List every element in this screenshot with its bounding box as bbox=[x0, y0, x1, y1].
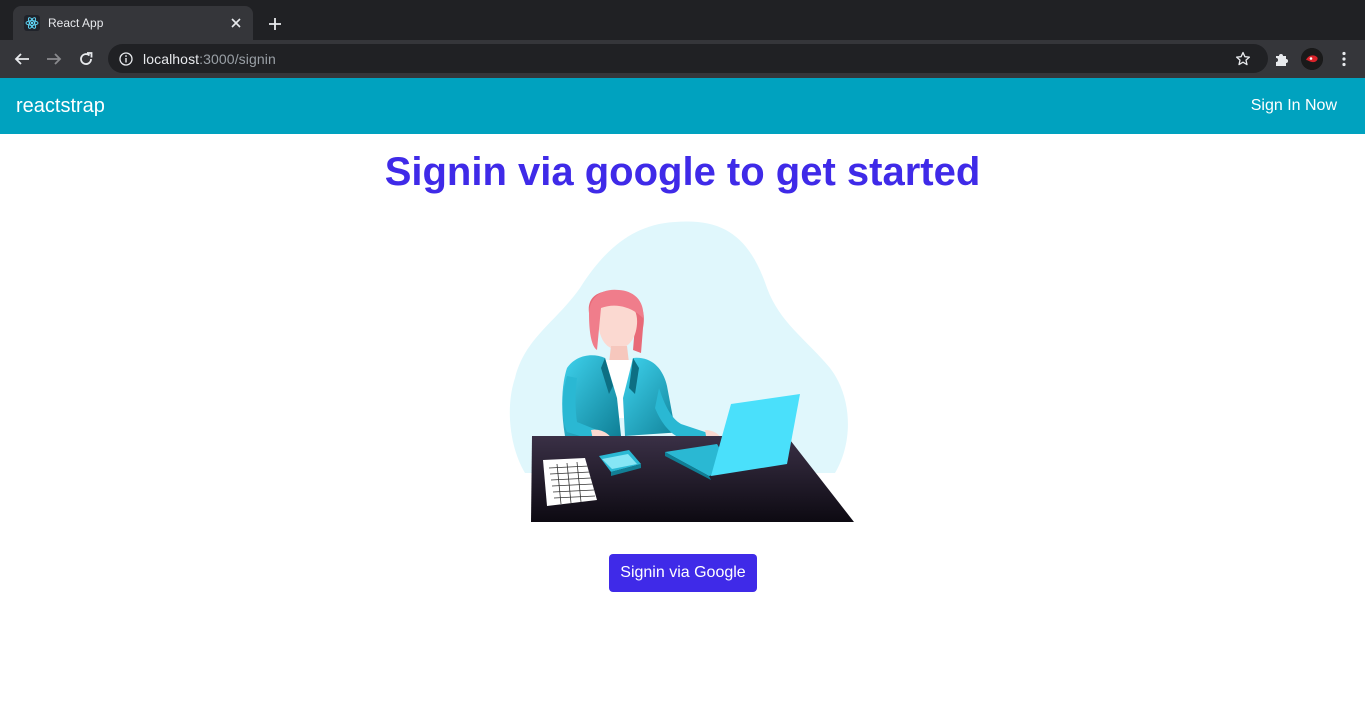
info-icon[interactable] bbox=[118, 51, 134, 67]
back-arrow-icon[interactable] bbox=[8, 45, 36, 73]
page-title: Signin via google to get started bbox=[384, 150, 981, 194]
close-icon[interactable] bbox=[225, 12, 247, 34]
browser-tab[interactable]: React App bbox=[13, 6, 253, 40]
tab-title: React App bbox=[48, 16, 104, 30]
puzzle-icon[interactable] bbox=[1267, 45, 1295, 73]
woman-at-laptop-illustration bbox=[509, 221, 854, 522]
sign-in-now-link[interactable]: Sign In Now bbox=[1251, 97, 1337, 115]
star-icon[interactable] bbox=[1234, 50, 1252, 68]
url-host: localhost bbox=[143, 50, 200, 67]
forward-arrow-icon[interactable] bbox=[40, 45, 68, 73]
app-navbar: reactstrap Sign In Now bbox=[0, 78, 1365, 134]
plus-icon[interactable] bbox=[262, 11, 288, 37]
signin-google-button[interactable]: Signin via Google bbox=[609, 554, 757, 592]
profile-button[interactable] bbox=[1298, 45, 1326, 73]
address-bar[interactable]: localhost:3000/signin bbox=[108, 44, 1268, 73]
reload-icon[interactable] bbox=[72, 45, 100, 73]
navbar-brand[interactable]: reactstrap bbox=[16, 95, 105, 118]
browser-tabstrip: React App bbox=[0, 0, 1365, 40]
url-text: localhost:3000/signin bbox=[143, 51, 276, 67]
url-path: :3000/signin bbox=[199, 50, 276, 67]
avatar-icon bbox=[1301, 48, 1323, 70]
react-logo-icon bbox=[24, 15, 40, 31]
kebab-menu-icon[interactable] bbox=[1330, 45, 1358, 73]
browser-toolbar: localhost:3000/signin bbox=[0, 40, 1365, 78]
